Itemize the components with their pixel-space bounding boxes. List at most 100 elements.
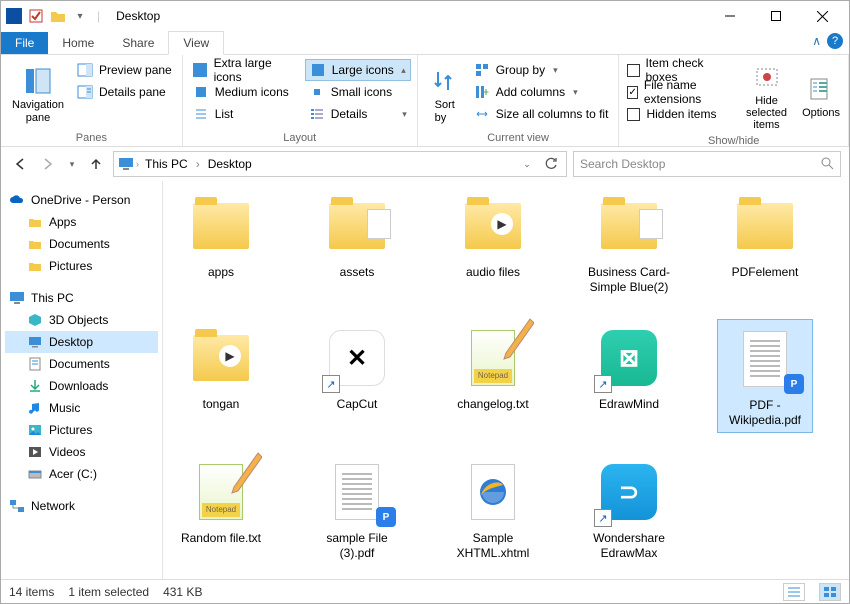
file-label: audio files [466,265,520,280]
breadcrumb-desktop[interactable]: Desktop [204,155,256,173]
hidden-items-checkbox[interactable]: Hidden items [625,103,732,125]
address-dropdown-icon[interactable]: ⌄ [516,153,538,175]
minimize-button[interactable] [707,2,753,30]
medium-icons-button[interactable]: Medium icons [189,81,301,103]
tree-3dobjects[interactable]: 3D Objects [5,309,158,331]
forward-button[interactable] [37,153,59,175]
options-button[interactable]: Options [800,59,842,133]
file-icon [322,191,392,261]
tab-view[interactable]: View [168,31,224,55]
tree-onedrive[interactable]: OneDrive - Person [5,189,158,211]
file-item[interactable]: Business Card-Simple Blue(2) [581,187,677,299]
file-item[interactable]: ⊃↗Wondershare EdrawMax [581,453,677,565]
large-icons-view-button[interactable] [819,583,841,601]
maximize-button[interactable] [753,2,799,30]
tree-pictures[interactable]: Pictures [5,255,158,277]
search-placeholder: Search Desktop [580,157,665,171]
tree-apps[interactable]: Apps [5,211,158,233]
back-button[interactable] [9,153,31,175]
file-label: changelog.txt [457,397,528,412]
tree-videos[interactable]: Videos [5,441,158,463]
tab-file[interactable]: File [1,32,48,54]
add-columns-button[interactable]: Add columns▾ [470,81,613,103]
navigation-row: ▾ › This PC › Desktop ⌄ Search Desktop [1,147,849,181]
tree-documents2[interactable]: Documents [5,353,158,375]
details-button[interactable]: Details▾ [305,103,411,125]
tree-network[interactable]: Network [5,495,158,517]
group-by-button[interactable]: Group by▾ [470,59,613,81]
file-item[interactable]: assets [309,187,405,299]
sort-by-button[interactable]: Sort by [424,59,466,130]
layout-group-label: Layout [189,130,411,144]
hide-selected-items-button[interactable]: Hide selected items [737,59,796,133]
navigation-pane-button[interactable]: Navigation pane [7,59,69,130]
file-item[interactable]: PPDF - Wikipedia.pdf [717,319,813,433]
file-item[interactable]: ✕↗CapCut [309,319,405,433]
file-item[interactable]: NotepadRandom file.txt [173,453,269,565]
up-button[interactable] [85,153,107,175]
tree-downloads[interactable]: Downloads [5,375,158,397]
file-item[interactable]: ⊠↗EdrawMind [581,319,677,433]
file-label: CapCut [337,397,378,412]
search-icon [820,156,834,173]
file-item[interactable]: Psample File (3).pdf [309,453,405,565]
status-item-count: 14 items [9,585,54,599]
currentview-group-label: Current view [424,130,613,144]
panes-group-label: Panes [7,130,176,144]
qat-dropdown-icon[interactable]: ▾ [71,7,89,25]
address-bar[interactable]: › This PC › Desktop ⌄ [113,151,567,177]
refresh-button[interactable] [540,153,562,175]
qat-folder-icon[interactable] [49,7,67,25]
details-view-button[interactable] [783,583,805,601]
tab-home[interactable]: Home [48,32,108,54]
file-item[interactable]: Sample XHTML.xhtml [445,453,541,565]
file-label: sample File (3).pdf [313,531,401,561]
tree-pictures2[interactable]: Pictures [5,419,158,441]
file-icon: P [322,457,392,527]
large-icons-button[interactable]: Large icons▴ [305,59,411,81]
file-icon: Notepad [186,457,256,527]
file-icon [458,457,528,527]
file-item[interactable]: ▶ audio files [445,187,541,299]
file-label: Business Card-Simple Blue(2) [585,265,673,295]
extra-large-icons-button[interactable]: Extra large icons [189,59,301,81]
file-item[interactable]: ▶tongan [173,319,269,433]
file-icon: ⊃↗ [594,457,664,527]
navigation-pane-label: Navigation pane [12,99,64,123]
status-bar: 14 items 1 item selected 431 KB [1,579,849,603]
window-title: Desktop [116,9,160,23]
file-label: PDFelement [732,265,799,280]
showhide-group-label: Show/hide [625,133,842,147]
tree-documents[interactable]: Documents [5,233,158,255]
ribbon: Navigation pane Preview pane Details pan… [1,55,849,147]
tree-desktop[interactable]: Desktop [5,331,158,353]
tree-thispc[interactable]: This PC [5,287,158,309]
file-icon: ▶ [186,323,256,393]
details-pane-button[interactable]: Details pane [73,81,176,103]
small-icons-button[interactable]: Small icons [305,81,411,103]
file-icon: P [730,324,800,394]
monitor-icon [118,156,134,172]
tree-music[interactable]: Music [5,397,158,419]
file-name-extensions-checkbox[interactable]: ✓File name extensions [625,81,732,103]
tree-acer-drive[interactable]: Acer (C:) [5,463,158,485]
list-button[interactable]: List [189,103,301,125]
search-input[interactable]: Search Desktop [573,151,841,177]
breadcrumb-thispc[interactable]: This PC [141,155,192,173]
size-all-columns-button[interactable]: Size all columns to fit [470,103,613,125]
file-label: assets [340,265,375,280]
qat-checkbox-icon[interactable] [27,7,45,25]
close-button[interactable] [799,2,845,30]
file-item[interactable]: Notepadchangelog.txt [445,319,541,433]
status-selection: 1 item selected [68,585,149,599]
file-icon: ▶ [458,191,528,261]
app-icon [5,7,23,25]
ribbon-collapse-icon[interactable]: ∧ [812,34,821,48]
tab-share[interactable]: Share [108,32,168,54]
help-icon[interactable]: ? [827,33,843,49]
file-label: EdrawMind [599,397,659,412]
file-item[interactable]: PDFelement [717,187,813,299]
file-item[interactable]: apps [173,187,269,299]
recent-locations-button[interactable]: ▾ [65,153,79,175]
preview-pane-button[interactable]: Preview pane [73,59,176,81]
